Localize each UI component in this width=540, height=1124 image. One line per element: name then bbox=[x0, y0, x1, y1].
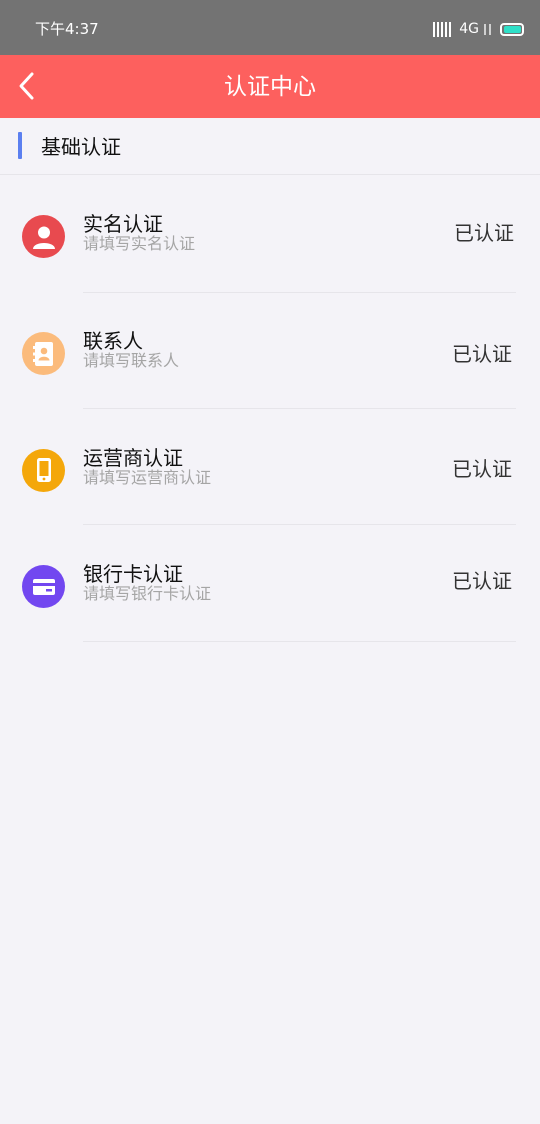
item-status: 已认证 bbox=[452, 342, 512, 366]
cert-item-contacts[interactable]: 联系人 请填写联系人 已认证 bbox=[0, 293, 540, 409]
item-title: 联系人 bbox=[83, 329, 143, 353]
bank-card-icon bbox=[22, 565, 65, 608]
signal-strength-icon bbox=[484, 23, 494, 35]
cert-item-real-name[interactable]: 实名认证 请填写实名认证 已认证 bbox=[0, 176, 540, 293]
phone-icon bbox=[22, 449, 65, 492]
section-header: 基础认证 bbox=[0, 118, 540, 175]
item-status: 已认证 bbox=[452, 569, 512, 593]
status-time: 下午4:37 bbox=[35, 20, 99, 38]
cert-item-bank-card[interactable]: 银行卡认证 请填写银行卡认证 已认证 bbox=[0, 525, 540, 642]
divider bbox=[83, 641, 516, 642]
status-indicators: 4G bbox=[433, 19, 524, 39]
section-title: 基础认证 bbox=[41, 135, 121, 159]
item-title: 实名认证 bbox=[83, 212, 163, 236]
status-bar: 下午4:37 4G bbox=[0, 0, 540, 55]
item-subtitle: 请填写银行卡认证 bbox=[83, 584, 212, 603]
item-title: 运营商认证 bbox=[83, 446, 183, 470]
item-subtitle: 请填写实名认证 bbox=[83, 234, 196, 253]
nav-bar: 认证中心 bbox=[0, 55, 540, 118]
person-icon bbox=[22, 215, 65, 258]
item-status: 已认证 bbox=[452, 457, 512, 481]
item-subtitle: 请填写联系人 bbox=[83, 351, 180, 370]
item-subtitle: 请填写运营商认证 bbox=[83, 468, 212, 487]
item-title: 银行卡认证 bbox=[83, 562, 183, 586]
cert-item-carrier[interactable]: 运营商认证 请填写运营商认证 已认证 bbox=[0, 409, 540, 525]
item-status: 已认证 bbox=[454, 221, 514, 245]
signal-icon bbox=[433, 21, 453, 37]
section-accent-bar bbox=[18, 132, 22, 159]
battery-icon bbox=[500, 22, 524, 36]
page-title: 认证中心 bbox=[224, 74, 316, 100]
network-label: 4G bbox=[459, 21, 479, 37]
contacts-book-icon bbox=[22, 332, 65, 375]
